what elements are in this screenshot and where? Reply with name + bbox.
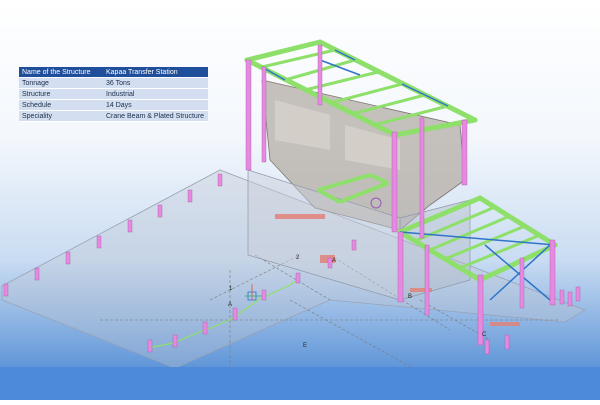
model-viewport[interactable]: A A B C E 1 2 Name of the Structure Kapa… [0, 0, 600, 400]
info-label: Structure [19, 88, 103, 100]
info-table-header: Name of the Structure Kapaa Transfer Sta… [19, 67, 208, 78]
info-label: Tonnage [19, 77, 103, 89]
grid-label-b: B [408, 294, 412, 300]
grid-label-c: C [482, 332, 487, 338]
info-row-speciality: Speciality Crane Beam & Plated Structure [19, 110, 208, 122]
info-header-value: Kapaa Transfer Station [103, 67, 208, 78]
grid-label-a1: A [228, 302, 232, 308]
project-info-table: Name of the Structure Kapaa Transfer Sta… [19, 67, 208, 122]
info-value: 14 Days [103, 99, 208, 111]
footer-band [0, 367, 600, 400]
info-row-schedule: Schedule 14 Days [19, 99, 208, 111]
info-label: Schedule [19, 99, 103, 111]
info-value: 36 Tons [103, 77, 208, 89]
info-value: Industrial [103, 88, 208, 100]
info-row-structure: Structure Industrial [19, 88, 208, 100]
info-row-tonnage: Tonnage 36 Tons [19, 77, 208, 89]
grid-label-e: E [303, 343, 307, 349]
structure-3d-model[interactable]: A A B C E 1 2 [0, 0, 600, 400]
info-label: Speciality [19, 110, 103, 122]
info-header-label: Name of the Structure [19, 67, 103, 78]
info-value: Crane Beam & Plated Structure [103, 110, 208, 122]
grid-label-a2: A [332, 258, 336, 264]
